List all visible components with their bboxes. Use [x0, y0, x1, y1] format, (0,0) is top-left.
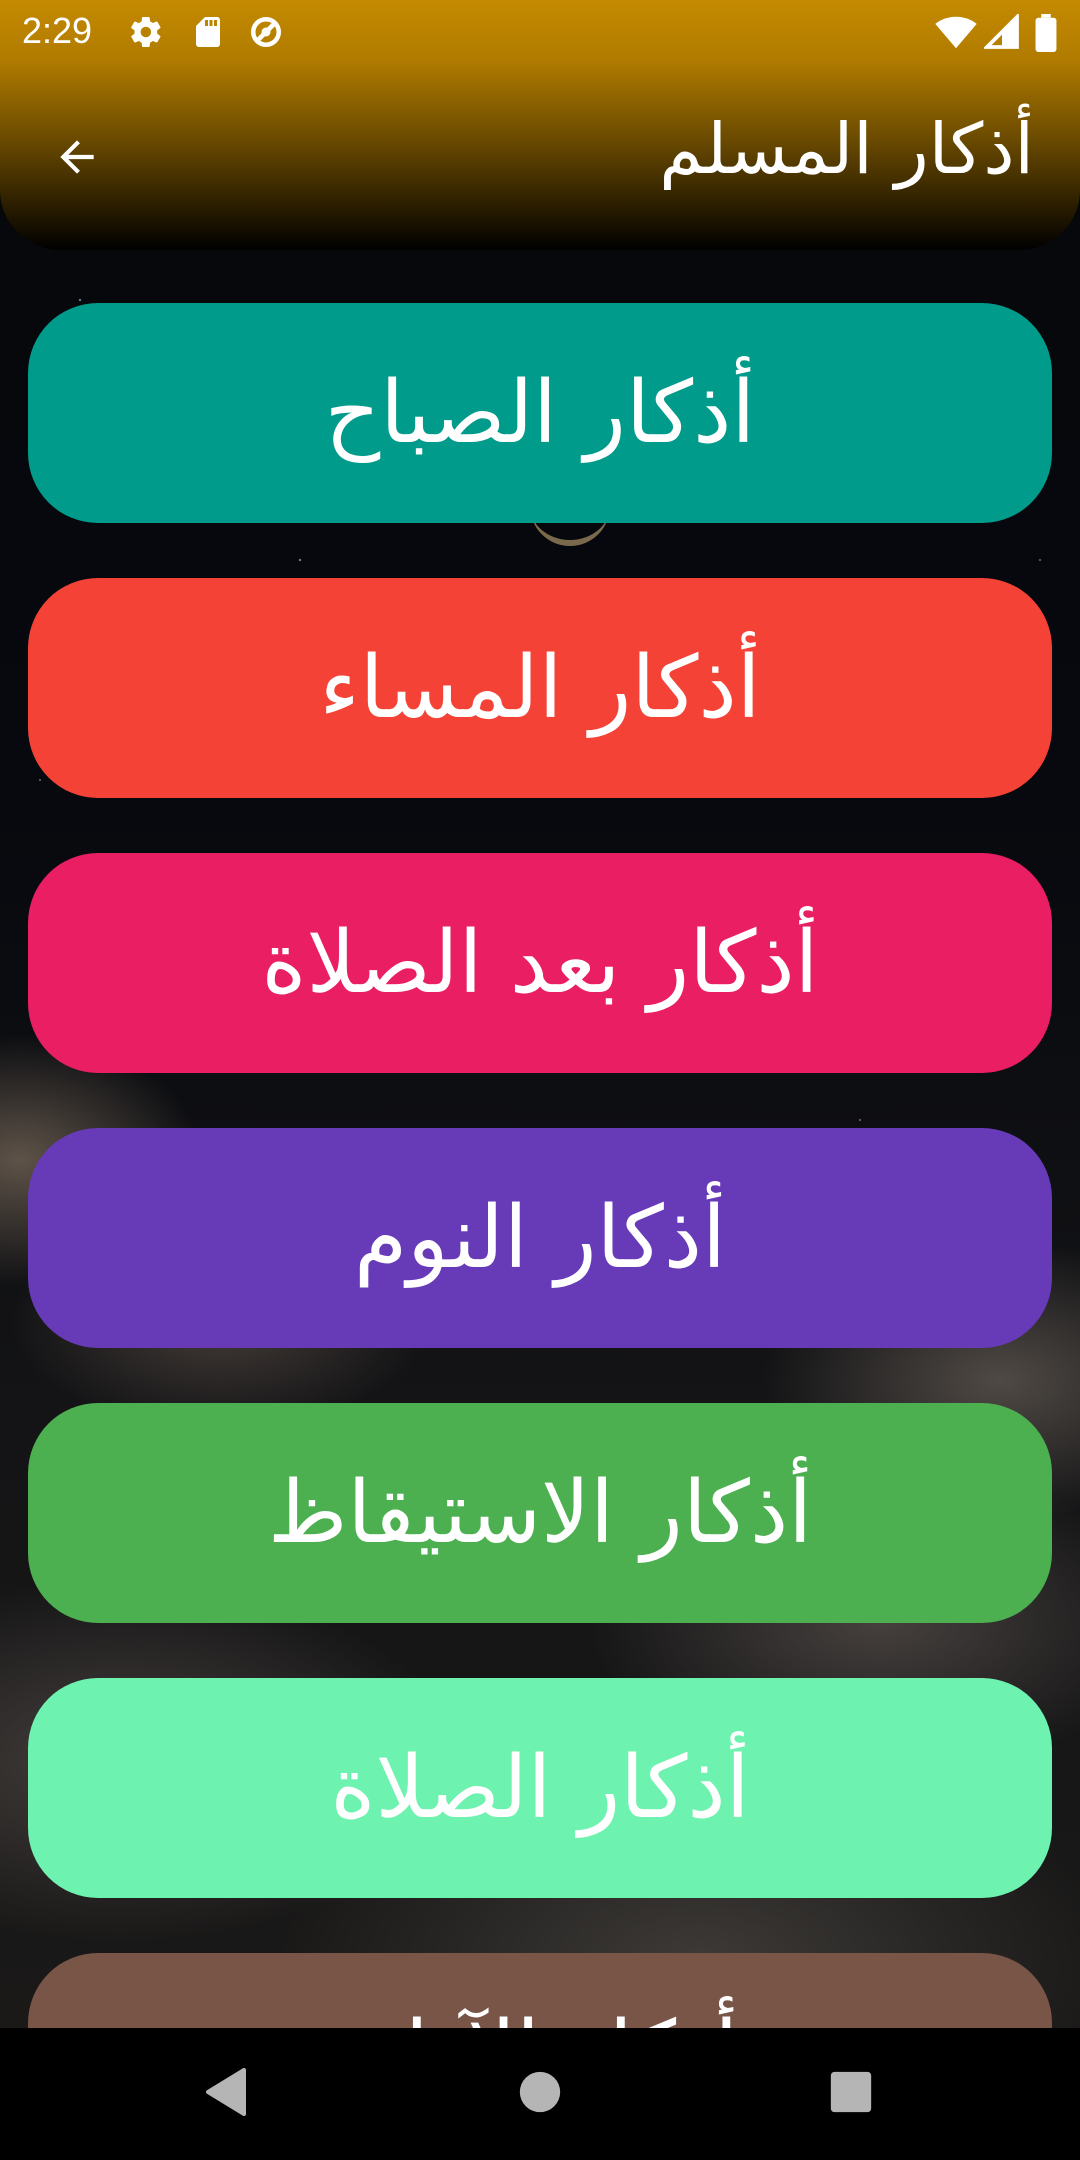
- back-triangle-icon: [204, 2068, 248, 2120]
- category-button-evening[interactable]: أذكار المساء: [28, 578, 1052, 798]
- category-label: أذكار بعد الصلاة: [261, 913, 819, 1013]
- category-button-sleep[interactable]: أذكار النوم: [28, 1128, 1052, 1348]
- gear-icon: [128, 14, 164, 50]
- category-button-morning[interactable]: أذكار الصباح: [28, 303, 1052, 523]
- sd-card-icon: [190, 14, 226, 50]
- status-bar: 2:29: [0, 0, 1080, 66]
- nav-back-button[interactable]: [186, 2054, 266, 2134]
- category-label: أذكار الصباح: [324, 363, 756, 463]
- screen: أذكار الصباح أذكار المساء أذكار بعد الصل…: [0, 0, 1080, 2160]
- nav-recents-button[interactable]: [811, 2054, 891, 2134]
- category-label: أذكار النوم: [354, 1188, 726, 1288]
- category-button-prayer[interactable]: أذكار الصلاة: [28, 1678, 1052, 1898]
- no-sync-icon: [248, 14, 284, 50]
- category-label: أذكار الآذان: [342, 2003, 739, 2028]
- category-label: أذكار المساء: [319, 638, 761, 738]
- recents-square-icon: [829, 2070, 873, 2118]
- category-button-waking[interactable]: أذكار الاستيقاظ: [28, 1403, 1052, 1623]
- category-list: أذكار الصباح أذكار المساء أذكار بعد الصل…: [0, 0, 1080, 2028]
- back-button[interactable]: [42, 124, 112, 194]
- signal-icon: [982, 12, 1020, 50]
- nav-home-button[interactable]: [500, 2054, 580, 2134]
- arrow-back-icon: [52, 132, 102, 186]
- category-button-after-prayer[interactable]: أذكار بعد الصلاة: [28, 853, 1052, 1073]
- status-time: 2:29: [22, 10, 93, 51]
- battery-icon: [1034, 14, 1058, 52]
- home-circle-icon: [518, 2070, 562, 2118]
- page-title: أذكار المسلم: [659, 108, 1034, 190]
- navigation-bar: [0, 2028, 1080, 2160]
- wifi-icon: [934, 14, 978, 50]
- category-label: أذكار الصلاة: [330, 1738, 750, 1838]
- category-button-adhan[interactable]: أذكار الآذان: [28, 1953, 1052, 2028]
- category-label: أذكار الاستيقاظ: [267, 1463, 813, 1563]
